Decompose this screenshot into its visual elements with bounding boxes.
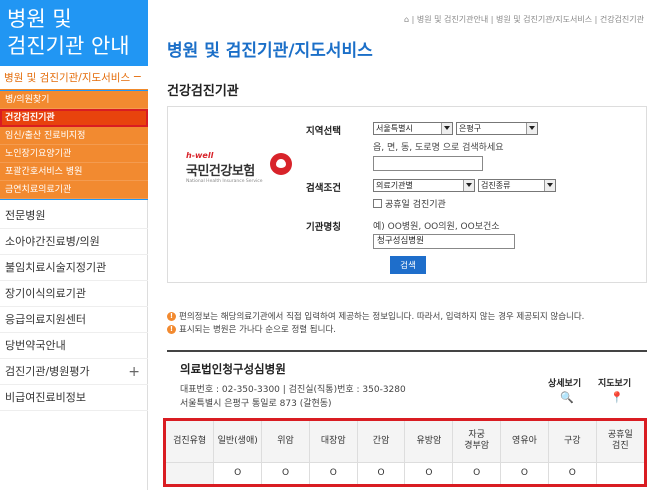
search-form: h-well 국민건강보험 National Health Insurance … <box>167 106 647 283</box>
menu-item-emergency[interactable]: 응급의료지원센터 <box>0 307 148 333</box>
detail-link[interactable]: 상세보기 <box>548 376 581 389</box>
menu-item-pediatric-night[interactable]: 소아야간진료병/의원 <box>0 229 148 255</box>
hospital-address: 서울특별시 은평구 통일로 873 (갈현동) <box>180 399 332 409</box>
name-label: 기관명칭 <box>306 222 341 233</box>
map-link[interactable]: 지도보기 <box>598 376 631 389</box>
menu-item-pharmacy[interactable]: 당번약국안내 <box>0 333 148 359</box>
table-row: O O O O O O O O <box>166 462 644 484</box>
address-hint: 읍, 면, 동, 도로명 으로 검색하세요 <box>373 143 504 153</box>
results-divider <box>167 350 647 352</box>
map-pin-icon[interactable]: 📍 <box>610 391 624 404</box>
chevron-down-icon <box>544 180 555 191</box>
condition-kind-select[interactable]: 검진종류 <box>478 179 556 192</box>
alert-icon: ! <box>167 324 176 334</box>
magnifier-icon[interactable]: 🔍 <box>560 391 574 404</box>
condition-label: 검색조건 <box>306 183 341 194</box>
breadcrumb: ⌂ | 병원 및 검진기관안내 | 병원 및 검진기관/지도서비스 | 건강검진… <box>403 15 644 24</box>
name-hint: 예) OO병원, OO의원, OO보건소 <box>373 222 500 232</box>
nhis-logo: h-well 국민건강보험 National Health Insurance … <box>186 151 292 201</box>
submenu-item-health-checkup[interactable]: 건강검진기관 <box>0 109 148 127</box>
menu-item-specialty[interactable]: 전문병원 <box>0 203 148 229</box>
table-cell: O <box>452 462 502 484</box>
menu-item-evaluation[interactable]: 검진기관/병원평가 + <box>0 359 148 385</box>
region-city-select[interactable]: 서울특별시 <box>373 122 453 135</box>
sidebar-menu: 전문병원 소아야간진료병/의원 불임치료시술지정기관 장기이식의료기관 응급의료… <box>0 203 148 411</box>
page-title: 병원 및 검진기관/지도서비스 <box>167 41 373 61</box>
hospital-phone: 대표번호 : 02-350-3300 | 검진실(직통)번호 : 350-328… <box>180 385 406 395</box>
table-cell <box>166 462 215 484</box>
table-cell: O <box>404 462 454 484</box>
table-header: 구강 <box>548 421 597 463</box>
table-header-row: 검진유형 일반(생애) 위암 대장암 간암 유방암 자궁 경부암 영유아 구강 … <box>166 421 644 463</box>
table-header: 영유아 <box>500 421 549 463</box>
submenu-item-nursing[interactable]: 포괄간호서비스 병원 <box>0 163 148 181</box>
chevron-down-icon <box>441 123 452 134</box>
table-header: 대장암 <box>309 421 358 463</box>
checkup-type-table: 검진유형 일반(생애) 위암 대장암 간암 유방암 자궁 경부암 영유아 구강 … <box>163 418 647 487</box>
holiday-checkbox[interactable] <box>373 199 382 208</box>
submenu-item-smoking[interactable]: 금연치료의료기관 <box>0 181 148 199</box>
table-cell: O <box>309 462 358 484</box>
expand-icon[interactable]: + <box>128 359 140 385</box>
chevron-down-icon <box>463 180 474 191</box>
table-cell: O <box>500 462 549 484</box>
address-input[interactable] <box>373 156 483 171</box>
sidebar-submenu: 병/의원찾기 건강검진기관 임신/출산 진료비지정 노인장기요양기관 포괄간호서… <box>0 91 148 199</box>
chevron-down-icon <box>526 123 537 134</box>
section-title: 건강검진기관 <box>167 84 239 99</box>
region-label: 지역선택 <box>306 126 341 137</box>
table-header: 일반(생애) <box>213 421 263 463</box>
menu-item-non-covered[interactable]: 비급여진료비정보 <box>0 385 148 411</box>
submenu-item-elderly-care[interactable]: 노인장기요양기관 <box>0 145 148 163</box>
holiday-checkbox-row[interactable]: 공휴일 검진기관 <box>373 197 446 210</box>
alert-icon: ! <box>167 311 176 321</box>
submenu-item-pregnancy[interactable]: 임신/출산 진료비지정 <box>0 127 148 145</box>
table-header: 공휴일 검진 <box>596 421 644 463</box>
condition-type-select[interactable]: 의료기관별 <box>373 179 475 192</box>
notice-sort: ! 표시되는 병원은 가나다 순으로 정렬 됩니다. <box>167 323 336 335</box>
table-header: 유방암 <box>404 421 454 463</box>
table-cell <box>596 462 644 484</box>
home-icon[interactable]: ⌂ <box>404 15 409 24</box>
sidebar: 병원 및 검진기관 안내 병원 및 검진기관/지도서비스 − 병/의원찾기 건강… <box>0 0 148 490</box>
submenu-item-hospital-search[interactable]: 병/의원찾기 <box>0 91 148 109</box>
table-header: 간암 <box>357 421 406 463</box>
table-cell: O <box>213 462 263 484</box>
menu-item-infertility[interactable]: 불임치료시술지정기관 <box>0 255 148 281</box>
notice-info: ! 편의정보는 해당의료기관에서 직접 입력하여 제공하는 정보입니다. 따라서… <box>167 310 584 322</box>
table-cell: O <box>548 462 597 484</box>
hospital-name[interactable]: 의료법인청구성심병원 <box>180 361 286 377</box>
sidebar-title: 병원 및 검진기관 안내 <box>7 7 130 58</box>
table-cell: O <box>261 462 310 484</box>
table-header: 자궁 경부암 <box>452 421 502 463</box>
menu-item-transplant[interactable]: 장기이식의료기관 <box>0 281 148 307</box>
name-input[interactable]: 청구성심병원 <box>373 234 515 249</box>
table-header: 검진유형 <box>166 421 215 463</box>
region-district-select[interactable]: 은평구 <box>456 122 538 135</box>
search-button[interactable]: 검색 <box>390 256 426 274</box>
table-header: 위암 <box>261 421 310 463</box>
collapse-icon: − <box>132 70 142 83</box>
table-cell: O <box>357 462 406 484</box>
heart-logo-icon <box>270 153 292 175</box>
sidebar-current-section[interactable]: 병원 및 검진기관/지도서비스 − <box>0 66 148 90</box>
